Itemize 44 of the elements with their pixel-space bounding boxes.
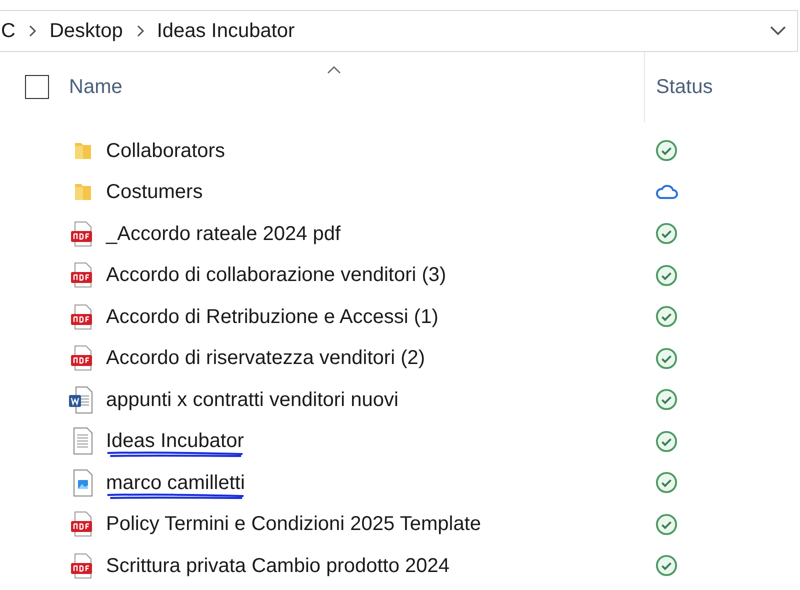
check-circle-icon [655, 430, 678, 453]
select-all-checkbox[interactable] [25, 75, 49, 99]
breadcrumb-item[interactable]: Desktop [49, 21, 123, 41]
check-circle-icon [655, 554, 678, 578]
pdf-icon [70, 552, 94, 579]
word-document-icon [68, 386, 94, 414]
breadcrumb-item[interactable]: C [1, 21, 16, 41]
text-document-icon [72, 427, 94, 456]
pdf-icon [70, 220, 94, 247]
check-circle-icon [655, 346, 678, 370]
chevron-down-icon[interactable] [769, 25, 787, 37]
chevron-right-icon [134, 24, 145, 38]
pdf-icon [70, 511, 94, 538]
folder-icon [72, 140, 94, 161]
status-column-header[interactable]: Status [656, 72, 713, 102]
file-name[interactable]: Accordo di riservatezza venditori (2) [106, 348, 426, 368]
file-name[interactable]: _Accordo rateale 2024 pdf [106, 224, 341, 244]
pdf-icon [70, 345, 94, 372]
check-circle-icon [655, 388, 678, 412]
file-name[interactable]: Collaborators [106, 140, 225, 161]
pdf-icon [70, 304, 94, 330]
check-circle-icon [655, 512, 678, 536]
check-circle-icon [655, 222, 678, 246]
folder-icon [72, 182, 94, 202]
cloud-icon [655, 183, 679, 202]
file-name[interactable]: Scrittura privata Cambio prodotto 2024 [106, 556, 450, 576]
check-circle-icon [655, 305, 678, 328]
pdf-icon [70, 262, 94, 288]
name-column-header[interactable]: Name [69, 72, 122, 102]
image-file-icon [72, 468, 94, 497]
file-name[interactable]: marco camilletti [106, 472, 245, 493]
file-name[interactable]: Ideas Incubator [106, 431, 244, 452]
check-circle-icon [655, 139, 678, 162]
check-circle-icon [655, 264, 678, 287]
address-bar[interactable]: C Desktop Ideas Incubator [0, 10, 798, 52]
file-name[interactable]: Accordo di Retribuzione e Accessi (1) [106, 306, 438, 327]
check-circle-icon [655, 471, 678, 494]
file-name[interactable]: Costumers [106, 182, 203, 202]
file-name[interactable]: appunti x contratti venditori nuovi [106, 390, 398, 410]
file-name[interactable]: Accordo di collaborazione venditori (3) [106, 265, 446, 286]
breadcrumb-item[interactable]: Ideas Incubator [156, 21, 295, 41]
chevron-right-icon [27, 24, 38, 38]
sort-ascending-icon[interactable] [327, 66, 341, 74]
file-name[interactable]: Policy Termini e Condizioni 2025 Template [106, 514, 482, 534]
